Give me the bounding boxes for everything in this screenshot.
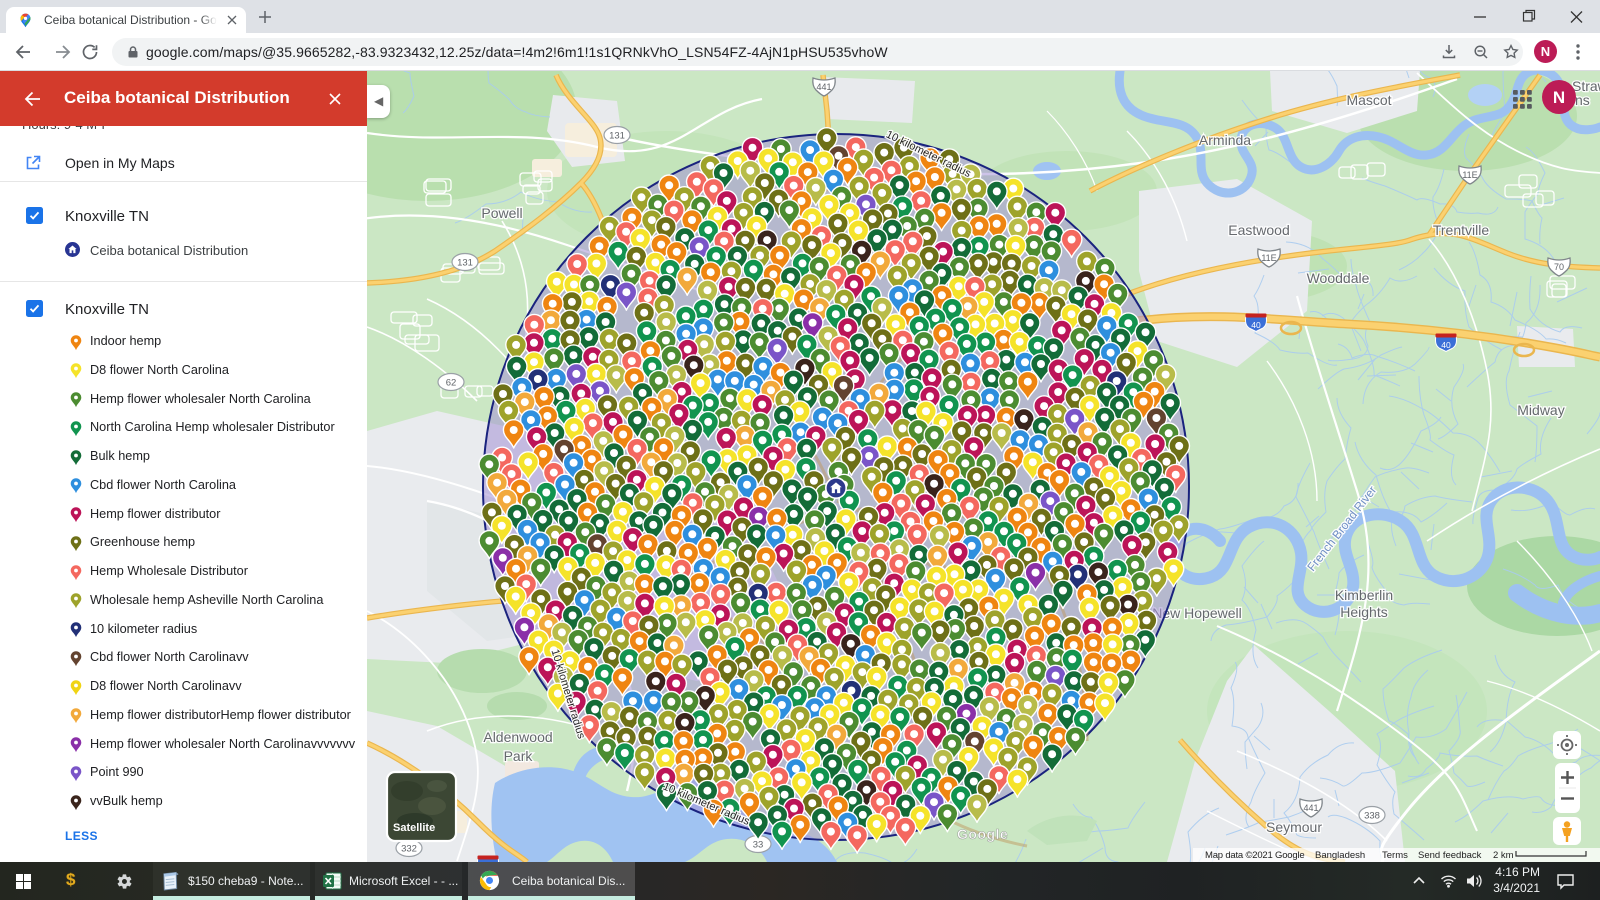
svg-text:Wooddale: Wooddale bbox=[1307, 270, 1370, 286]
svg-text:Park: Park bbox=[504, 748, 534, 764]
svg-text:Midway: Midway bbox=[1517, 402, 1564, 418]
svg-text:N: N bbox=[1553, 88, 1565, 107]
svg-text:Terms: Terms bbox=[1382, 850, 1408, 861]
svg-text:Send feedback: Send feedback bbox=[1418, 850, 1482, 861]
svg-text:Satellite: Satellite bbox=[393, 822, 435, 834]
svg-text:131: 131 bbox=[609, 131, 625, 142]
svg-text:11E: 11E bbox=[1462, 170, 1477, 180]
svg-text:Powell: Powell bbox=[481, 205, 522, 221]
svg-text:131: 131 bbox=[457, 258, 473, 269]
svg-text:62: 62 bbox=[446, 378, 457, 389]
svg-text:Arminda: Arminda bbox=[1199, 132, 1251, 148]
svg-text:70: 70 bbox=[1554, 262, 1564, 272]
svg-text:Aldenwood: Aldenwood bbox=[483, 729, 552, 745]
svg-text:Heights: Heights bbox=[1340, 604, 1387, 620]
svg-text:11E: 11E bbox=[1261, 253, 1276, 263]
svg-text:441: 441 bbox=[816, 82, 831, 92]
svg-text:Mascot: Mascot bbox=[1346, 92, 1391, 108]
svg-text:Google: Google bbox=[957, 826, 1008, 842]
svg-text:Bangladesh: Bangladesh bbox=[1315, 850, 1365, 861]
svg-text:Map data ©2021 Google: Map data ©2021 Google bbox=[1205, 850, 1304, 861]
svg-text:Kimberlin: Kimberlin bbox=[1335, 587, 1393, 603]
svg-text:33: 33 bbox=[753, 840, 764, 851]
svg-text:338: 338 bbox=[1364, 811, 1380, 822]
svg-text:441: 441 bbox=[1303, 803, 1318, 813]
svg-text:Trentville: Trentville bbox=[1433, 222, 1489, 238]
svg-text:ns: ns bbox=[1575, 92, 1590, 108]
svg-text:40: 40 bbox=[1441, 340, 1451, 350]
svg-text:Eastwood: Eastwood bbox=[1228, 222, 1289, 238]
svg-text:40: 40 bbox=[1251, 320, 1261, 330]
svg-text:Seymour: Seymour bbox=[1266, 819, 1322, 835]
svg-text:2 km: 2 km bbox=[1493, 850, 1514, 861]
svg-text:332: 332 bbox=[401, 844, 417, 855]
